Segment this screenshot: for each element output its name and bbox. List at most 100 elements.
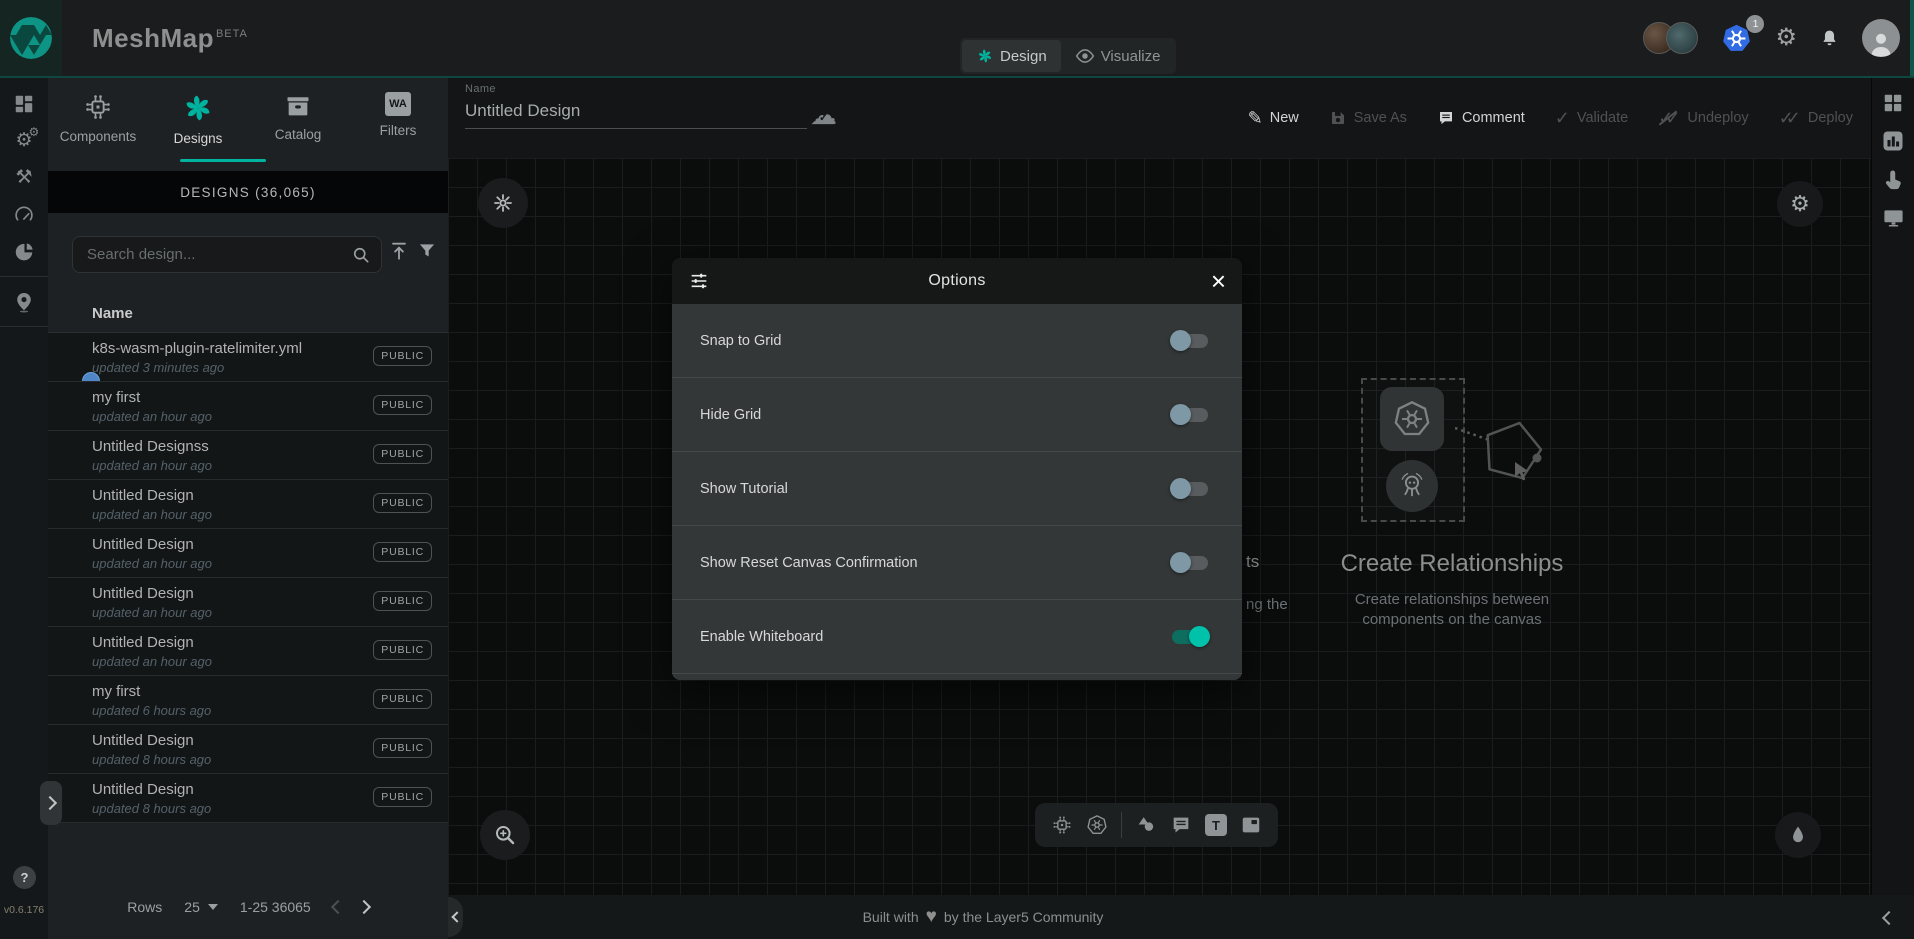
previous-page-button[interactable] xyxy=(333,899,340,915)
dock-text-tool-icon[interactable]: T xyxy=(1205,814,1227,836)
header-actions: 1 ⚙ xyxy=(1643,0,1900,76)
option-label: Hide Grid xyxy=(700,407,761,423)
toggle-knob xyxy=(1189,626,1210,647)
rows-per-page-select[interactable]: 25 xyxy=(184,899,218,915)
notifications-bell-icon[interactable] xyxy=(1819,28,1840,49)
next-page-button[interactable] xyxy=(362,899,369,915)
design-visibility-badge: PUBLIC xyxy=(373,787,432,807)
top-header: MeshMapBETA Design xyxy=(0,0,1914,78)
touch-interactions-icon[interactable] xyxy=(1882,168,1905,191)
dock-shapes-icon[interactable] xyxy=(1135,814,1157,836)
validate-button[interactable]: ✓ Validate xyxy=(1555,109,1628,127)
tutorial-description: Create relationships between components … xyxy=(1332,590,1572,630)
widgets-grid-icon[interactable] xyxy=(1882,92,1904,114)
import-design-icon[interactable] xyxy=(388,240,410,262)
extensions-pie-icon xyxy=(13,241,35,263)
sidebar-item-configuration[interactable]: ⚒ xyxy=(0,159,48,196)
comment-button[interactable]: Comment xyxy=(1437,109,1525,127)
tutorial-title: Create Relationships xyxy=(1341,550,1564,578)
options-list: Snap to Grid Hide Grid Show Tutorial xyxy=(672,304,1242,680)
search-input[interactable] xyxy=(73,246,351,263)
search-icon[interactable] xyxy=(351,245,371,265)
design-list-item[interactable]: Untitled Design updated 8 hours ago PUBL… xyxy=(48,774,448,823)
meshmap-pin-icon xyxy=(13,291,35,313)
pagination-bar: Rows 25 1-25 36065 xyxy=(48,890,448,924)
tutorial-dashed-card xyxy=(1361,378,1465,522)
option-label: Show Tutorial xyxy=(700,481,788,497)
design-list: k8s-wasm-plugin-ratelimiter.yml updated … xyxy=(48,332,448,823)
gears-icon: ⚙⚙ xyxy=(15,131,32,150)
comment-icon xyxy=(1437,109,1455,127)
toggle-knob xyxy=(1170,552,1191,573)
profile-avatar[interactable] xyxy=(1862,19,1900,57)
design-list-item[interactable]: Untitled Designss updated an hour ago PU… xyxy=(48,431,448,480)
layer5-logo[interactable] xyxy=(0,0,62,76)
tab-designs[interactable]: Designs xyxy=(148,78,248,171)
design-name-input[interactable]: Untitled Design xyxy=(465,101,865,121)
design-list-item[interactable]: Untitled Design updated an hour ago PUBL… xyxy=(48,480,448,529)
deploy-double-check-icon: ✓✓ xyxy=(1779,109,1801,127)
dock-components-icon[interactable] xyxy=(1051,814,1073,836)
drop-icon xyxy=(1787,824,1809,846)
caret-down-icon xyxy=(208,904,218,910)
panel-expander-handle[interactable] xyxy=(40,781,62,825)
design-list-item[interactable]: Untitled Design updated an hour ago PUBL… xyxy=(48,627,448,676)
right-dock-rail xyxy=(1871,78,1914,895)
option-toggle[interactable] xyxy=(1172,334,1208,348)
option-label: Show Reset Canvas Confirmation xyxy=(700,555,918,571)
collaborator-avatar-2[interactable] xyxy=(1666,22,1698,54)
dock-media-icon[interactable] xyxy=(1240,814,1262,836)
tune-sliders-icon xyxy=(688,270,710,292)
tab-visualize[interactable]: Visualize xyxy=(1061,40,1175,72)
dock-comment-icon[interactable] xyxy=(1170,814,1192,836)
kubernetes-context-button[interactable]: 1 xyxy=(1720,22,1753,55)
collaborator-avatars[interactable] xyxy=(1643,22,1698,54)
tab-designs-label: Designs xyxy=(174,131,223,146)
sidebar-item-extensions[interactable] xyxy=(0,233,48,270)
settings-gear-icon[interactable]: ⚙ xyxy=(1775,26,1797,50)
filter-funnel-icon[interactable] xyxy=(417,241,437,261)
tab-catalog[interactable]: Catalog xyxy=(248,78,348,171)
design-list-item[interactable]: Untitled Design updated an hour ago PUBL… xyxy=(48,578,448,627)
option-toggle[interactable] xyxy=(1172,556,1208,570)
sidebar-item-meshmap[interactable] xyxy=(0,283,48,320)
design-list-item[interactable]: Untitled Design updated an hour ago PUBL… xyxy=(48,529,448,578)
tab-components[interactable]: Components xyxy=(48,78,148,171)
new-button[interactable]: ✎ New xyxy=(1248,109,1299,127)
rail-divider xyxy=(0,276,48,277)
design-list-item[interactable]: my first updated an hour ago PUBLIC xyxy=(48,382,448,431)
undeploy-button[interactable]: ✓✓ Undeploy xyxy=(1658,109,1748,127)
design-list-item[interactable]: my first updated 6 hours ago PUBLIC xyxy=(48,676,448,725)
navigation-rail: ⚙⚙ ⚒ xyxy=(0,78,48,939)
close-icon[interactable]: × xyxy=(1211,268,1226,294)
sidebar-item-dashboard[interactable] xyxy=(0,85,48,122)
option-toggle[interactable] xyxy=(1172,408,1208,422)
display-monitor-icon[interactable] xyxy=(1882,206,1905,229)
option-toggle[interactable] xyxy=(1172,630,1208,644)
screen-edge-accent xyxy=(1910,0,1914,76)
design-list-item[interactable]: k8s-wasm-plugin-ratelimiter.yml updated … xyxy=(48,333,448,382)
drop-tool-button[interactable] xyxy=(1775,812,1821,858)
deploy-button[interactable]: ✓✓ Deploy xyxy=(1779,109,1853,127)
collapse-right-dock-handle[interactable] xyxy=(1884,910,1891,928)
canvas-settings-button[interactable] xyxy=(478,178,528,228)
dock-kubernetes-icon[interactable] xyxy=(1086,814,1108,836)
canvas-options-button[interactable]: ⚙ xyxy=(1777,181,1823,227)
help-button[interactable]: ? xyxy=(13,866,36,889)
designs-pinwheel-icon xyxy=(182,92,214,124)
save-as-button[interactable]: Save As xyxy=(1329,109,1407,127)
sidebar-item-lifecycle[interactable]: ⚙⚙ xyxy=(0,122,48,159)
tab-filters[interactable]: WA Filters xyxy=(348,78,448,171)
designs-count-header: DESIGNS (36,065) xyxy=(48,171,448,213)
canvas-footer: Built with ♥ by the Layer5 Community xyxy=(448,895,1914,939)
floppy-icon xyxy=(1329,109,1347,127)
sidebar-item-performance[interactable] xyxy=(0,196,48,233)
analytics-panel-icon[interactable] xyxy=(1881,129,1905,153)
collapse-left-panel-handle[interactable] xyxy=(448,897,463,937)
tab-design[interactable]: Design xyxy=(962,40,1061,72)
option-row: Hide Grid xyxy=(672,378,1242,452)
design-list-item[interactable]: Untitled Design updated 8 hours ago PUBL… xyxy=(48,725,448,774)
check-icon: ✓ xyxy=(1555,109,1570,127)
zoom-button[interactable] xyxy=(480,810,530,860)
option-toggle[interactable] xyxy=(1172,482,1208,496)
